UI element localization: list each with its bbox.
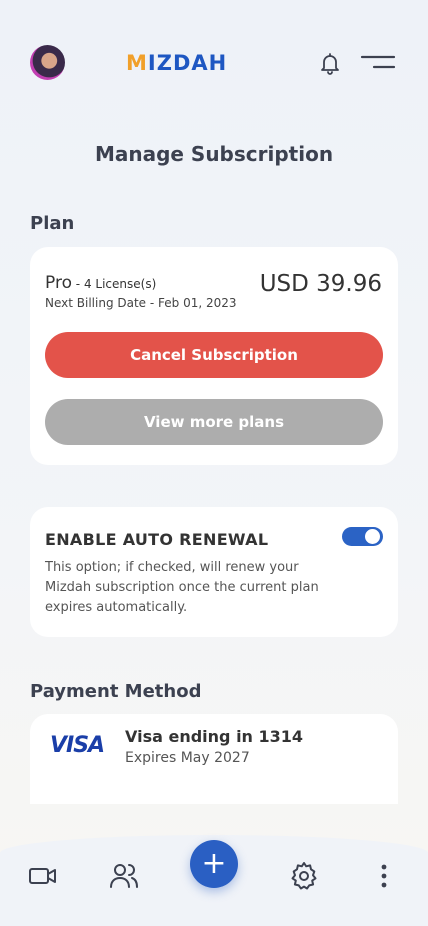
menu-icon[interactable] bbox=[360, 54, 396, 70]
view-more-plans-button[interactable]: View more plans bbox=[45, 399, 383, 445]
card-title: Visa ending in 1314 bbox=[125, 727, 304, 746]
app-logo: MIZDAH bbox=[126, 51, 228, 75]
payment-section-label: Payment Method bbox=[30, 681, 202, 702]
cancel-subscription-button[interactable]: Cancel Subscription bbox=[45, 332, 383, 378]
plan-name: Pro - 4 License(s) bbox=[45, 273, 157, 293]
visa-logo: VISA bbox=[50, 733, 105, 758]
video-icon[interactable] bbox=[27, 860, 59, 892]
users-icon[interactable] bbox=[108, 860, 140, 892]
toggle-knob bbox=[365, 529, 380, 544]
auto-renewal-toggle[interactable] bbox=[342, 527, 383, 546]
plan-card: Pro - 4 License(s) Next Billing Date - F… bbox=[30, 247, 398, 465]
avatar[interactable] bbox=[30, 45, 65, 80]
auto-renewal-title: ENABLE AUTO RENEWAL bbox=[45, 530, 269, 549]
plan-section-label: Plan bbox=[30, 213, 75, 234]
auto-renewal-card: ENABLE AUTO RENEWAL This option; if chec… bbox=[30, 507, 398, 637]
plan-price: USD 39.96 bbox=[259, 271, 382, 297]
card-expiry: Expires May 2027 bbox=[125, 750, 250, 766]
add-button[interactable]: + bbox=[190, 840, 238, 888]
auto-renewal-description: This option; if checked, will renew your… bbox=[45, 560, 319, 615]
page-title: Manage Subscription bbox=[94, 142, 334, 166]
billing-date: Next Billing Date - Feb 01, 2023 bbox=[45, 296, 237, 310]
payment-card[interactable]: VISA Visa ending in 1314 Expires May 202… bbox=[30, 714, 398, 804]
more-icon[interactable] bbox=[368, 860, 400, 892]
gear-icon[interactable] bbox=[288, 860, 320, 892]
header: MIZDAH bbox=[0, 0, 428, 120]
bell-icon[interactable] bbox=[318, 51, 342, 75]
